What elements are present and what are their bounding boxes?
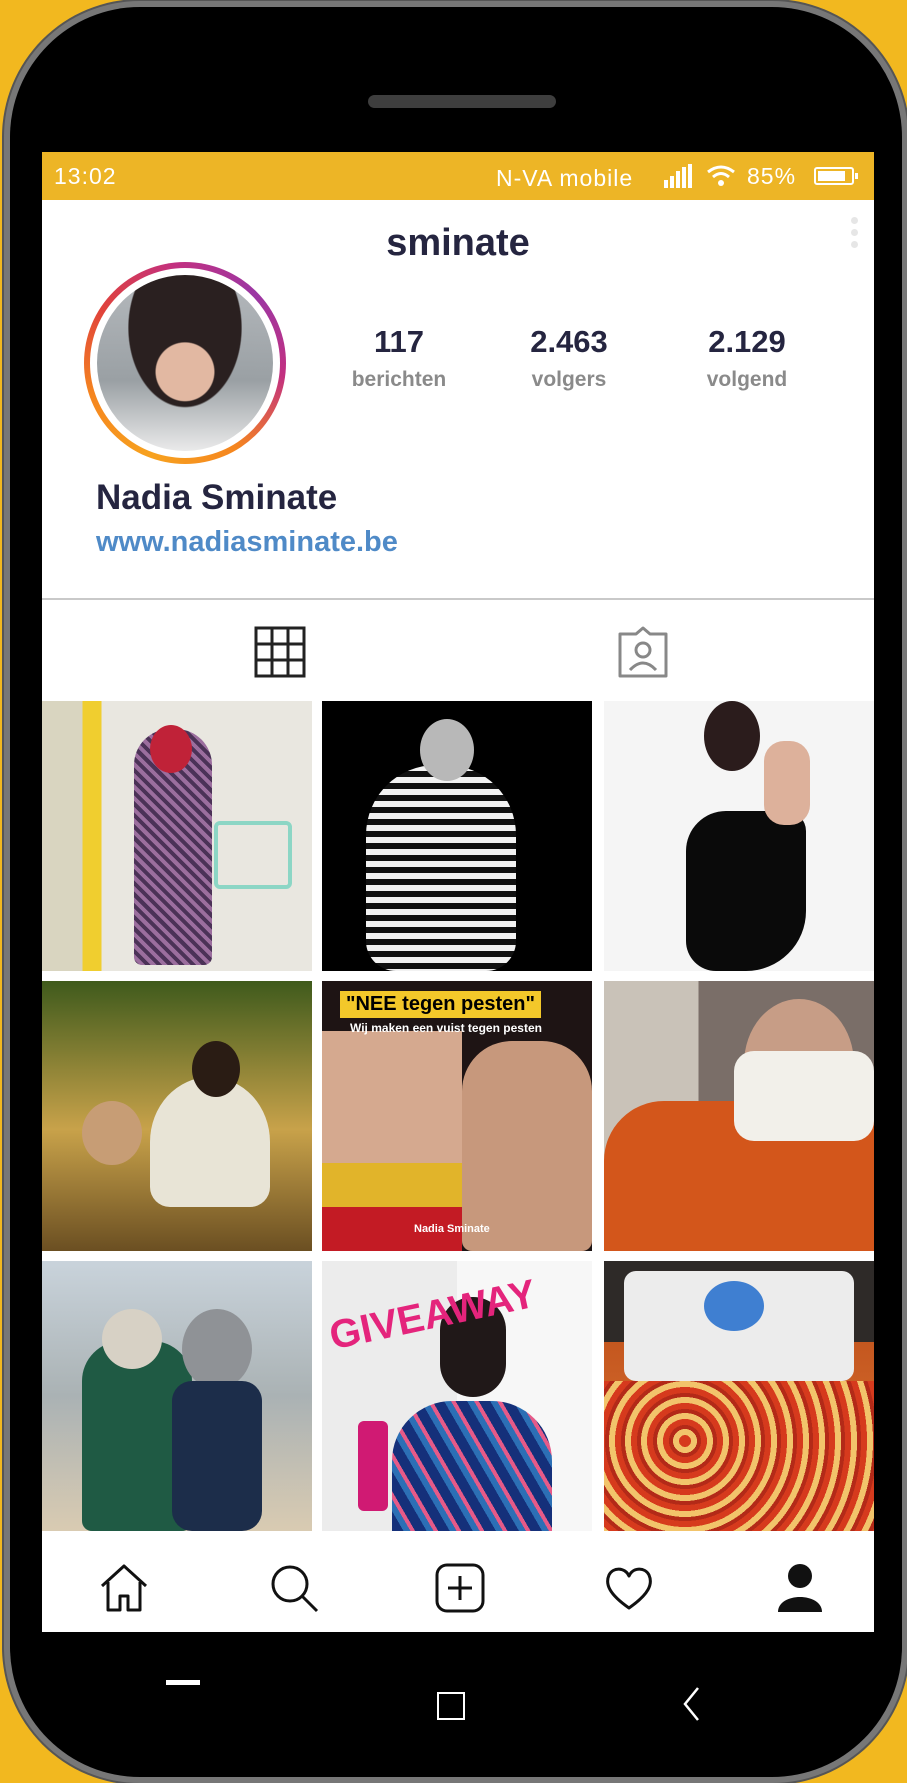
profile-username: sminate [386,222,530,264]
stat-posts-value: 117 [373,324,424,359]
back-icon[interactable] [682,1686,700,1722]
story-ring[interactable] [84,262,286,464]
post-5[interactable]: "NEE tegen pesten" Wij maken een vuist t… [322,981,592,1251]
tagged-user-icon[interactable] [616,626,670,680]
profile-full-name: Nadia Sminate [96,478,338,517]
post-8[interactable]: GIVEAWAY [322,1261,592,1531]
system-nav [0,1640,907,1760]
stat-following[interactable]: 2.129 volgend [672,324,822,392]
battery-icon [814,167,858,185]
status-battery-text: 85% [747,163,797,189]
post-1[interactable] [42,701,312,971]
stat-posts-label: berichten [351,368,447,391]
profile-website-link[interactable]: www.nadiasminate.be [96,526,398,559]
avatar [97,275,273,451]
post-9[interactable] [604,1261,874,1531]
status-bar: 13:02 N-VA mobile 85% [42,152,874,200]
post-4[interactable] [42,981,312,1251]
add-post-icon[interactable] [434,1562,486,1614]
home-icon[interactable] [98,1562,150,1614]
stat-following-value: 2.129 [708,324,786,359]
heart-icon[interactable] [603,1562,655,1614]
more-options-icon[interactable] [848,214,860,254]
stat-followers[interactable]: 2.463 volgers [494,324,644,392]
search-icon[interactable] [268,1562,320,1614]
profile-icon[interactable] [774,1562,826,1614]
status-carrier: N-VA mobile [496,165,634,191]
stat-followers-value: 2.463 [530,324,608,359]
recent-apps-icon[interactable] [166,1680,200,1685]
post-5-caption: "NEE tegen pesten" [340,991,542,1018]
signal-icon [664,164,692,188]
tab-divider [42,598,874,600]
post-5-footer: Nadia Sminate [414,1223,490,1235]
post-3[interactable] [604,701,874,971]
stat-following-label: volgend [706,368,788,391]
phone-speaker [368,95,556,108]
post-5-subcaption: Wij maken een vuist tegen pesten [350,1021,542,1035]
post-2[interactable] [322,701,592,971]
post-6[interactable] [604,981,874,1251]
post-7[interactable] [42,1261,312,1531]
bottom-nav [42,1532,874,1632]
stat-followers-label: volgers [531,368,607,391]
grid-icon[interactable] [254,626,306,678]
battery-fill [818,171,846,181]
wifi-icon [707,165,735,186]
home-square-icon[interactable] [437,1692,465,1720]
stat-posts[interactable]: 117 berichten [324,324,474,392]
status-time: 13:02 [54,163,117,189]
phone-screen: 13:02 N-VA mobile 85% sminate 117 berich… [42,152,874,1632]
post-8-caption: GIVEAWAY [325,1271,540,1359]
